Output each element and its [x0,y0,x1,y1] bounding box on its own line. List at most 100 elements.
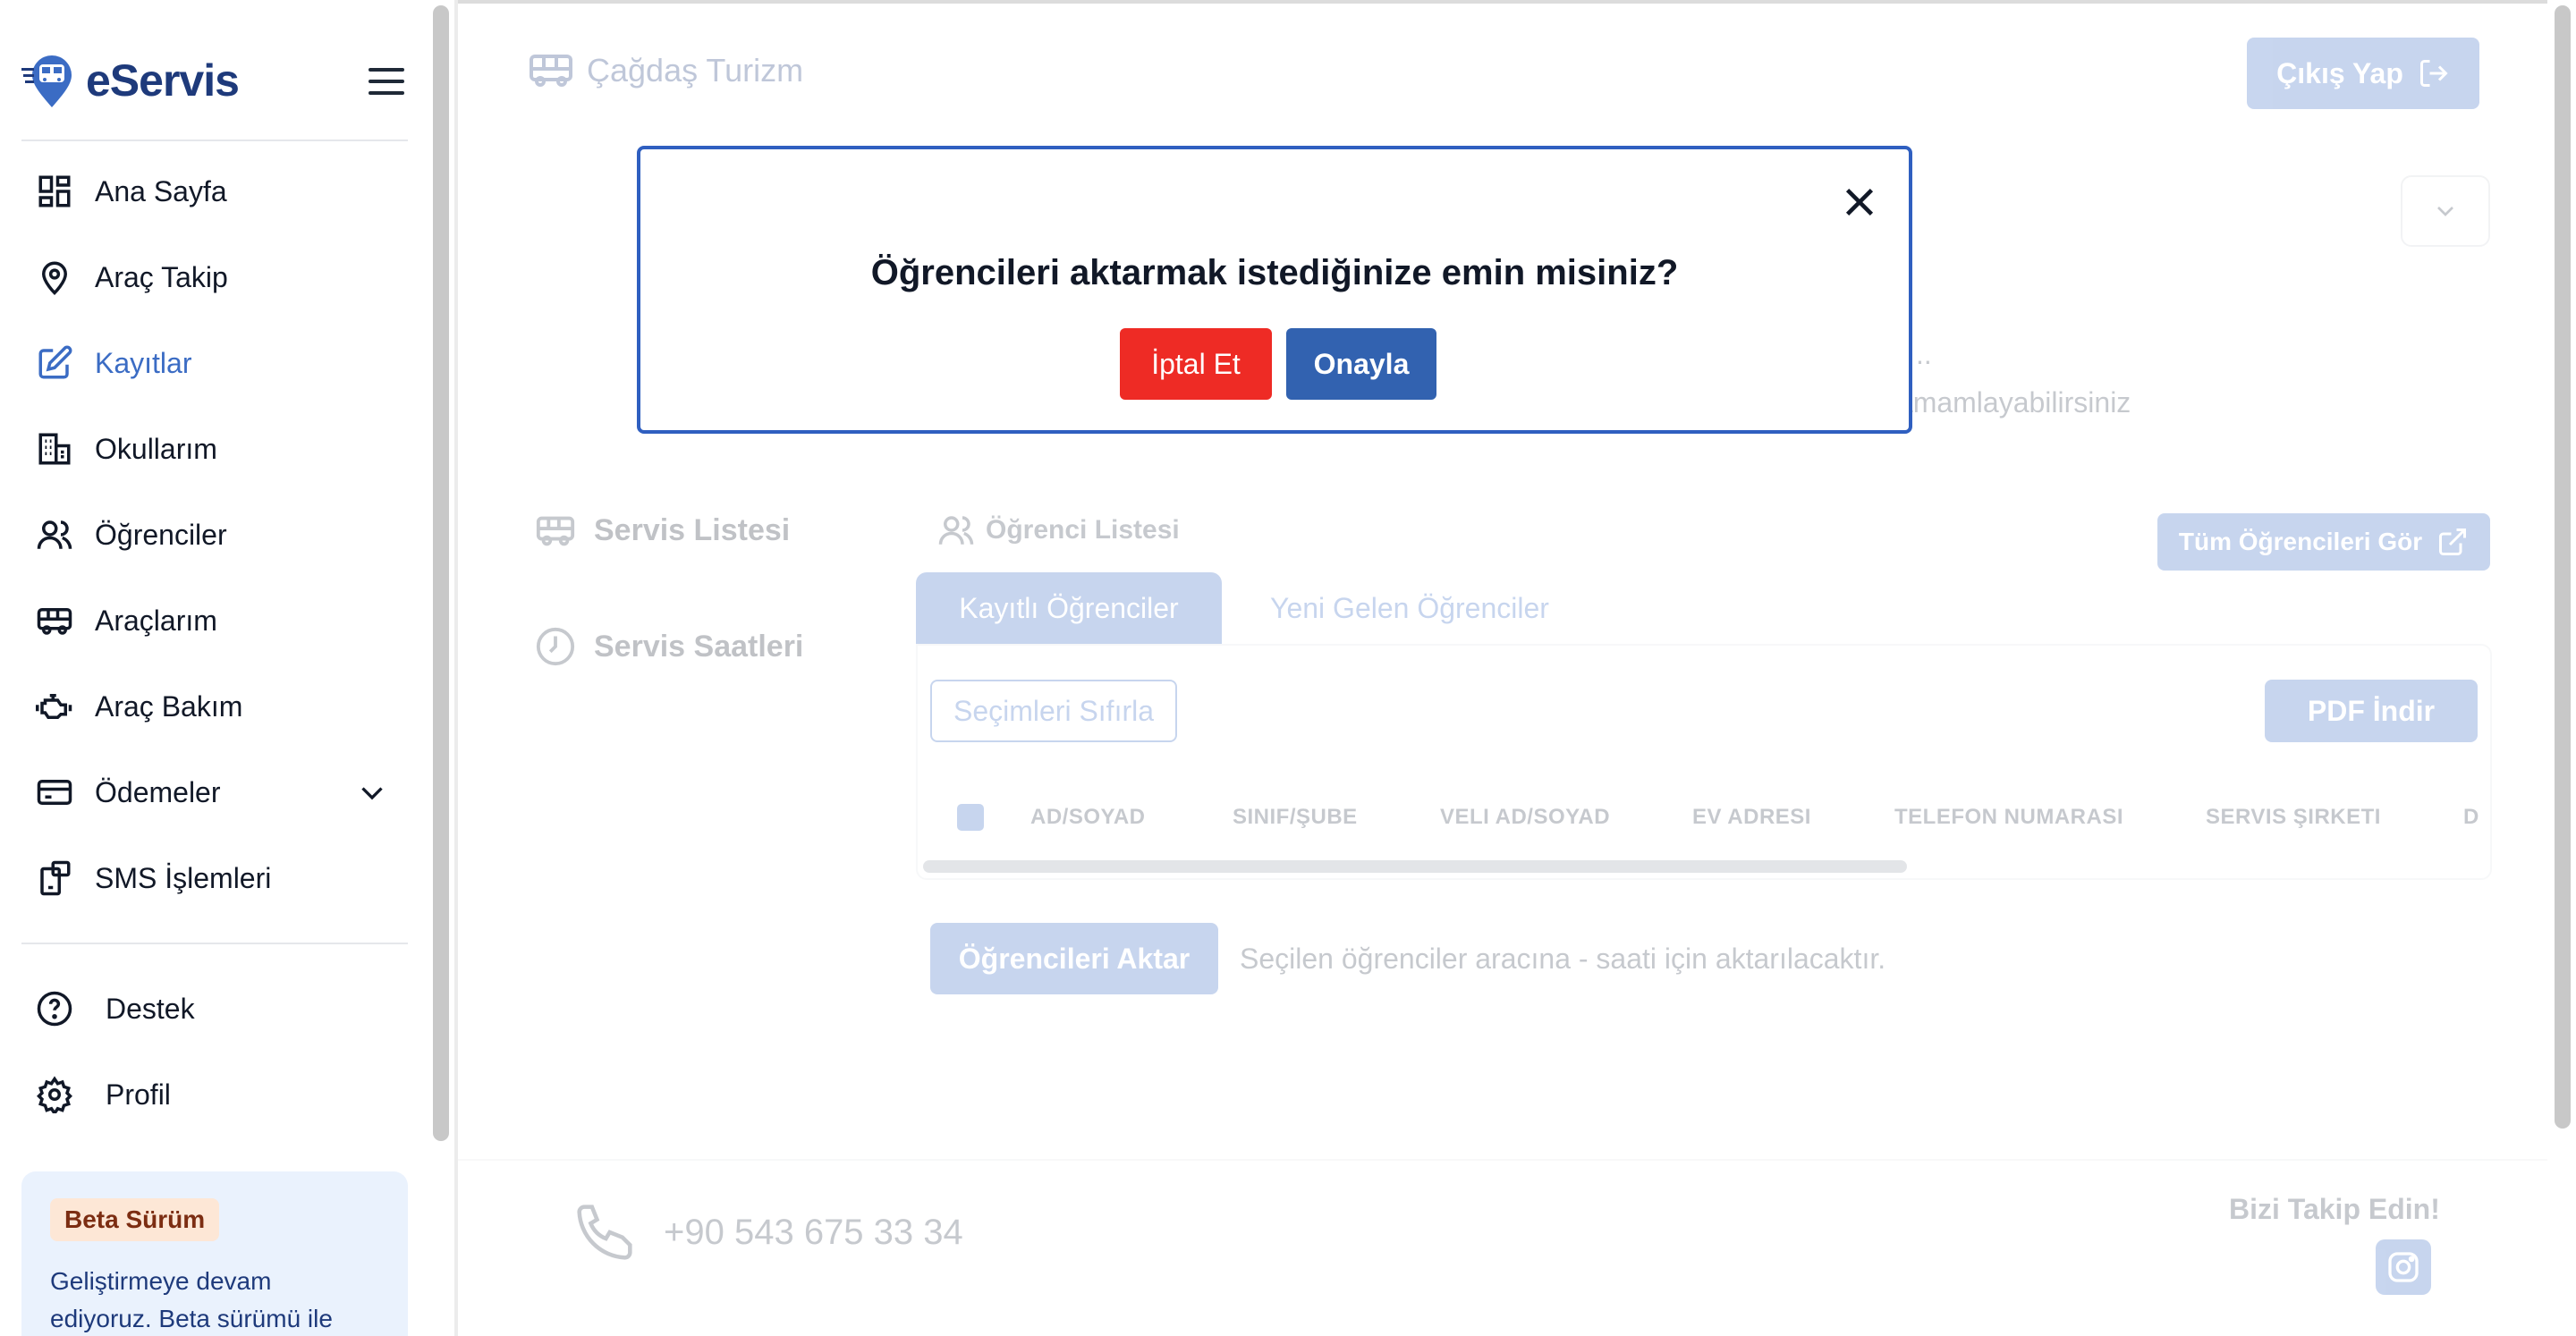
bus-icon [37,608,72,635]
external-link-icon [2439,528,2467,555]
column-header: SINIF/ŞUBE [1233,805,1358,829]
sidebar-item-sms-islemleri[interactable]: SMS İşlemleri [36,851,271,905]
column-header: EV ADRESI [1692,805,1811,829]
sidebar-item-label: Profil [106,1078,171,1111]
sidebar-item-label: Ödemeler [95,775,221,808]
sidebar-item-okullarim[interactable]: Okullarım [36,422,217,476]
reset-selection-button[interactable]: Seçimleri Sıfırla [930,680,1177,742]
bus-pin-logo-icon [21,55,72,107]
confirm-label: Onayla [1313,347,1410,380]
tab-label: Servis Listesi [594,512,791,547]
sidebar-item-odemeler[interactable]: Ödemeler [36,765,221,819]
location-pin-icon [41,261,68,295]
logout-icon [2419,60,2448,87]
credit-card-icon [37,780,72,805]
brand-logo[interactable]: eServis [21,50,240,111]
transfer-students-button[interactable]: Öğrencileri Aktar [930,923,1218,994]
confirm-button[interactable]: Onayla [1286,328,1436,400]
sidebar-item-arac-takip[interactable]: Araç Takip [36,250,228,304]
instagram-icon [2388,1252,2419,1282]
all-students-button[interactable]: Tüm Öğrencileri Gör [2157,513,2490,571]
tab-servis-saatleri[interactable]: Servis Saatleri [535,626,803,667]
clock-icon [536,627,575,666]
edit-icon [38,345,72,379]
beta-card: Beta Sürüm Geliştirmeye devam ediyoruz. … [21,1171,408,1336]
users-icon [37,520,72,549]
reset-label: Seçimleri Sıfırla [953,694,1155,727]
sidebar-item-label: Kayıtlar [95,346,192,379]
tab-label: Servis Saatleri [594,629,804,664]
sidebar-item-label: Destek [106,992,195,1025]
sidebar-item-label: SMS İşlemleri [95,861,272,894]
sidebar-divider [21,943,408,944]
select-all-checkbox[interactable] [957,804,984,831]
bus-icon [536,516,575,546]
sidebar-divider [21,140,408,141]
users-icon [938,516,974,545]
page-scrollbar[interactable] [2555,5,2571,1129]
sidebar-item-label: Okullarım [95,432,217,465]
chevron-down-icon[interactable] [356,776,388,808]
table-horizontal-scrollbar[interactable] [923,860,1907,873]
phone-icon [577,1205,632,1260]
instagram-button[interactable] [2376,1239,2431,1295]
beta-text: Geliştirmeye devam ediyoruz. Beta sürümü… [50,1267,333,1332]
sidebar-scrollbar[interactable] [433,5,449,1141]
sidebar-item-arac-bakim[interactable]: Araç Bakım [36,680,242,733]
sidebar-item-ana-sayfa[interactable]: Ana Sayfa [36,165,227,218]
logout-button[interactable]: Çıkış Yap [2247,38,2479,109]
list-title-label: Öğrenci Listesi [986,515,1180,545]
sidebar-item-label: Ana Sayfa [95,174,227,207]
tab-servis-listesi[interactable]: Servis Listesi [535,510,790,551]
close-icon[interactable] [1839,182,1880,223]
beta-badge: Beta Sürüm [50,1198,220,1241]
transfer-note: Seçilen öğrenciler aracına - saati için … [1240,943,1886,975]
logout-label: Çıkış Yap [2276,56,2403,89]
cancel-label: İptal Et [1151,347,1241,380]
transfer-label: Öğrencileri Aktar [958,942,1191,975]
pdf-download-button[interactable]: PDF İndir [2265,680,2478,742]
sidebar-item-label: Öğrenciler [95,518,227,551]
sidebar-item-label: Araç Bakım [95,689,243,723]
bus-icon [530,55,572,87]
follow-us-text: Bizi Takip Edin! [2229,1193,2440,1225]
column-header: SERVIS ŞIRKETI [2206,805,2381,829]
sidebar-item-label: Araç Takip [95,260,228,293]
phone-number: +90 543 675 33 34 [664,1212,963,1252]
column-header: VELI AD/SOYAD [1440,805,1611,829]
footer-divider [458,1159,2547,1161]
select-dropdown[interactable] [2401,175,2490,247]
chevron-down-icon [2437,207,2453,216]
cancel-button[interactable]: İptal Et [1120,328,1272,400]
confirm-modal: Öğrencileri aktarmak istediğinize emin m… [637,146,1912,434]
engine-icon [36,694,72,719]
brand-name: eServis [86,55,240,106]
dashboard-icon [38,175,71,207]
gear-icon [37,1076,72,1113]
sidebar-item-profil[interactable]: Profil [36,1068,171,1121]
pdf-label: PDF İndir [2307,694,2436,727]
company-name: Çağdaş Turizm [587,52,804,89]
building-icon [38,433,71,465]
menu-toggle-icon[interactable] [369,68,404,97]
sidebar-item-ogrenciler[interactable]: Öğrenciler [36,508,227,562]
tab-yeni-gelen-ogrenciler[interactable]: Yeni Gelen Öğrenciler [1249,572,1571,644]
all-students-label: Tüm Öğrencileri Gör [2178,528,2423,555]
help-circle-icon [37,991,72,1027]
modal-title: Öğrencileri aktarmak istediğinize emin m… [870,253,1679,292]
company-header: Çağdaş Turizm [530,52,803,89]
column-header: TELEFON NUMARASI [1894,805,2123,829]
sms-icon [40,860,71,896]
hint-text: tamamlayabilirsiniz [1889,386,2131,419]
sidebar-item-kayitlar[interactable]: Kayıtlar [36,336,191,390]
sidebar-item-araclarim[interactable]: Araçlarım [36,594,217,647]
footer-phone[interactable]: +90 543 675 33 34 [574,1202,963,1263]
column-header: AD/SOYAD [1030,805,1146,829]
table-header: AD/SOYAD SINIF/ŞUBE VELI AD/SOYAD EV ADR… [919,783,2488,851]
column-header: D [2463,805,2479,829]
sidebar-item-destek[interactable]: Destek [36,982,195,1036]
tab-kayitli-ogrenciler[interactable]: Kayıtlı Öğrenciler [916,572,1222,644]
tab-label: Yeni Gelen Öğrenciler [1270,591,1549,624]
sidebar-item-label: Araçlarım [95,604,217,637]
truncated-text: .. [1916,338,1932,370]
